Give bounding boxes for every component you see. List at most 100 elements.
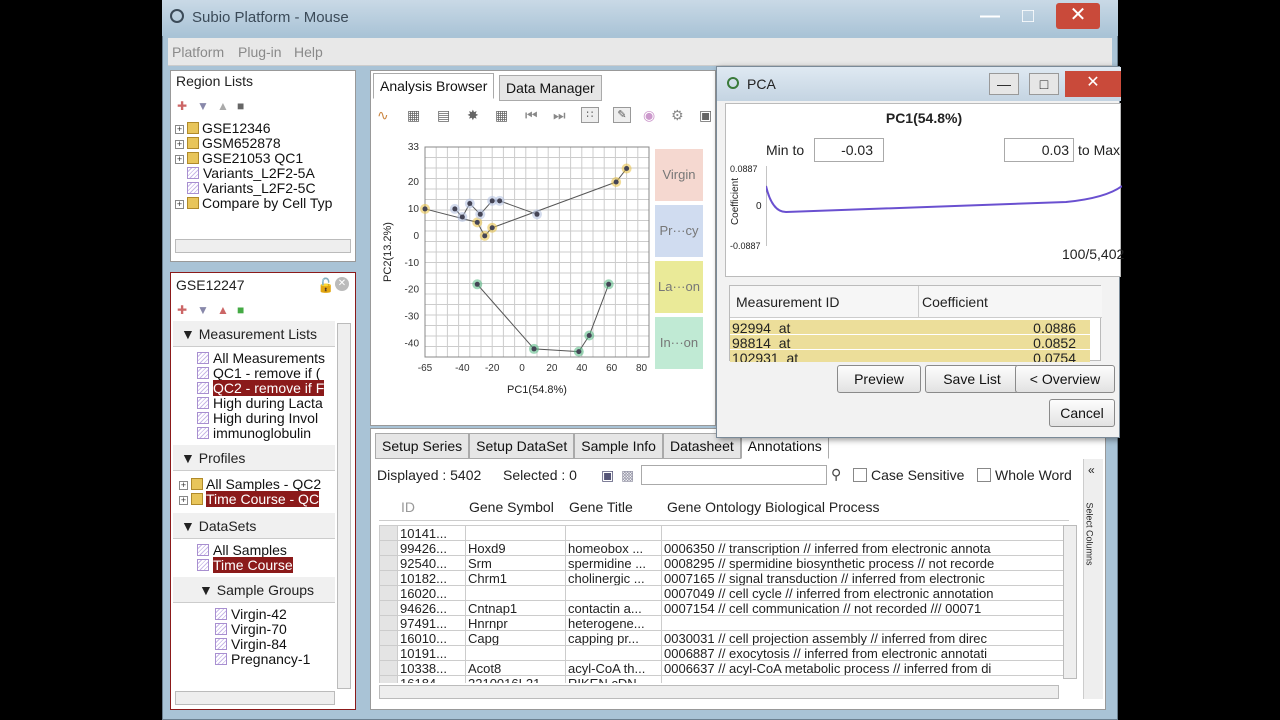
row-checkbox[interactable]: [379, 600, 398, 616]
menu-help[interactable]: Help: [294, 44, 323, 60]
list-item[interactable]: immunoglobulin: [197, 426, 335, 441]
legend-pregnancy[interactable]: Pr···cy: [655, 205, 703, 257]
tab-setup-series[interactable]: Setup Series: [375, 433, 470, 459]
datasets-header[interactable]: ▼ DataSets: [173, 513, 335, 539]
pca-row[interactable]: 92994_at 0.0886: [730, 320, 1090, 336]
lock-icon[interactable]: 🔓: [317, 277, 334, 294]
series-hscroll[interactable]: [175, 691, 335, 705]
first-icon[interactable]: ⏮: [525, 107, 538, 124]
col-gene-title[interactable]: Gene Title: [569, 499, 633, 515]
pca-row[interactable]: 98814_at 0.0852: [730, 335, 1090, 351]
list-item[interactable]: QC2 - remove if F: [197, 380, 335, 396]
region-item[interactable]: Variants_L2F2-5A: [175, 166, 355, 181]
group-item[interactable]: Virgin-84: [215, 637, 335, 652]
min-input[interactable]: -0.03: [814, 138, 884, 162]
up-icon[interactable]: ▲: [217, 99, 229, 113]
grid-hscroll[interactable]: [379, 685, 1059, 699]
tab-setup-dataset[interactable]: Setup DataSet: [469, 433, 575, 459]
legend-involution[interactable]: In···on: [655, 317, 703, 369]
grid-vscroll[interactable]: [1063, 525, 1077, 679]
table-row[interactable]: 10191... 0006887 // exocytosis // inferre…: [379, 645, 1069, 661]
delete-icon[interactable]: ■: [237, 303, 244, 317]
table-row[interactable]: 16184... 2210016L21... RIKEN cDN...: [379, 675, 1069, 683]
expand-icon[interactable]: +: [179, 481, 188, 490]
region-item[interactable]: + Compare by Cell Typ: [175, 196, 355, 211]
region-item[interactable]: + GSM652878: [175, 136, 355, 151]
delete-icon[interactable]: ■: [237, 99, 244, 113]
group-item[interactable]: Pregnancy-1: [215, 652, 335, 667]
table-row[interactable]: 10141...: [379, 525, 1069, 541]
group-item[interactable]: Virgin-42: [215, 607, 335, 622]
color-icon[interactable]: ◉: [643, 107, 655, 124]
close-button[interactable]: ✕: [1056, 3, 1100, 29]
col-go-bp[interactable]: Gene Ontology Biological Process: [667, 499, 879, 515]
list-item[interactable]: High during Lacta: [197, 396, 335, 411]
row-checkbox[interactable]: [379, 675, 398, 683]
tab-analysis-browser[interactable]: Analysis Browser: [373, 73, 495, 99]
expand-icon[interactable]: +: [175, 200, 184, 209]
series-vscroll[interactable]: [337, 323, 351, 689]
tab-data-manager[interactable]: Data Manager: [499, 75, 602, 101]
search-icon[interactable]: ⚲: [831, 466, 841, 483]
row-checkbox[interactable]: [379, 660, 398, 676]
table-row[interactable]: 97491... Hnrnpr heterogene...: [379, 615, 1069, 631]
settings-icon[interactable]: ⚙: [671, 107, 684, 124]
bar-chart-icon[interactable]: ▦: [407, 107, 420, 124]
row-checkbox[interactable]: [379, 630, 398, 646]
expand-icon[interactable]: +: [175, 155, 184, 164]
case-sensitive-checkbox[interactable]: [853, 468, 867, 482]
row-checkbox[interactable]: [379, 555, 398, 571]
dataset-item[interactable]: All Samples: [197, 543, 335, 558]
table-row[interactable]: 92540... Srm spermidine ... 0008295 // sper…: [379, 555, 1069, 571]
table-row[interactable]: 10182... Chrm1 cholinergic ... 0007165 // s…: [379, 570, 1069, 586]
region-item[interactable]: Variants_L2F2-5C: [175, 181, 355, 196]
add-icon[interactable]: ✚: [177, 99, 187, 113]
row-checkbox[interactable]: [379, 645, 398, 661]
menu-platform[interactable]: Platform: [172, 44, 224, 60]
overview-button[interactable]: < Overview: [1015, 365, 1115, 393]
up-icon[interactable]: ▲: [217, 303, 229, 317]
profile-item[interactable]: + Time Course - QC: [179, 491, 335, 507]
sample-groups-header[interactable]: ▼ Sample Groups: [173, 577, 335, 603]
collapse-icon[interactable]: «: [1088, 463, 1095, 477]
table-row[interactable]: 10338... Acot8 acyl-CoA th... 0006637 // ac…: [379, 660, 1069, 676]
pca-minimize-button[interactable]: —: [989, 73, 1019, 95]
table-row[interactable]: 16010... Capg capping pr... 0030031 // cell…: [379, 630, 1069, 646]
pca-maximize-button[interactable]: □: [1029, 73, 1059, 95]
down-icon[interactable]: ▼: [197, 303, 209, 317]
legend-lactation[interactable]: La···on: [655, 261, 703, 313]
col-measurement-id[interactable]: Measurement ID: [736, 294, 839, 310]
save-icon[interactable]: ▣: [601, 467, 614, 484]
select-columns-bar[interactable]: « Select Columns: [1083, 459, 1103, 699]
list-item[interactable]: QC1 - remove if (: [197, 366, 335, 381]
profiles-header[interactable]: ▼ Profiles: [173, 445, 335, 471]
heatmap-icon[interactable]: ▦: [495, 107, 508, 124]
measurement-lists-header[interactable]: ▼ Measurement Lists: [173, 321, 335, 347]
col-gene-symbol[interactable]: Gene Symbol: [469, 499, 554, 515]
save-list-button[interactable]: Save List: [925, 365, 1019, 393]
expand-icon[interactable]: +: [175, 125, 184, 134]
dataset-item[interactable]: Time Course: [197, 557, 335, 573]
region-item[interactable]: + GSE12346: [175, 121, 355, 136]
menu-plugin[interactable]: Plug-in: [238, 44, 282, 60]
close-series-icon[interactable]: ✕: [335, 277, 349, 291]
pca-close-button[interactable]: ✕: [1065, 71, 1121, 97]
network-icon[interactable]: ✸: [467, 107, 479, 124]
maximize-button[interactable]: □: [1008, 4, 1048, 30]
list-item[interactable]: High during Invol: [197, 411, 335, 426]
row-checkbox[interactable]: [379, 585, 398, 601]
last-icon[interactable]: ⏭: [553, 107, 566, 124]
group-item[interactable]: Virgin-70: [215, 622, 335, 637]
max-input[interactable]: 0.03: [1004, 138, 1074, 162]
histogram-icon[interactable]: ▤: [437, 107, 450, 124]
row-checkbox[interactable]: [379, 615, 398, 631]
expand-icon[interactable]: +: [175, 140, 184, 149]
table-row[interactable]: 94626... Cntnap1 contactin a... 0007154 // …: [379, 600, 1069, 616]
row-checkbox[interactable]: [379, 540, 398, 556]
minimize-button[interactable]: —: [970, 4, 1010, 30]
row-checkbox[interactable]: [379, 525, 398, 541]
search-input[interactable]: [641, 465, 827, 485]
pca-row[interactable]: 102931_at 0.0754: [730, 350, 1090, 362]
preview-button[interactable]: Preview: [837, 365, 921, 393]
expand-icon[interactable]: +: [179, 496, 188, 505]
